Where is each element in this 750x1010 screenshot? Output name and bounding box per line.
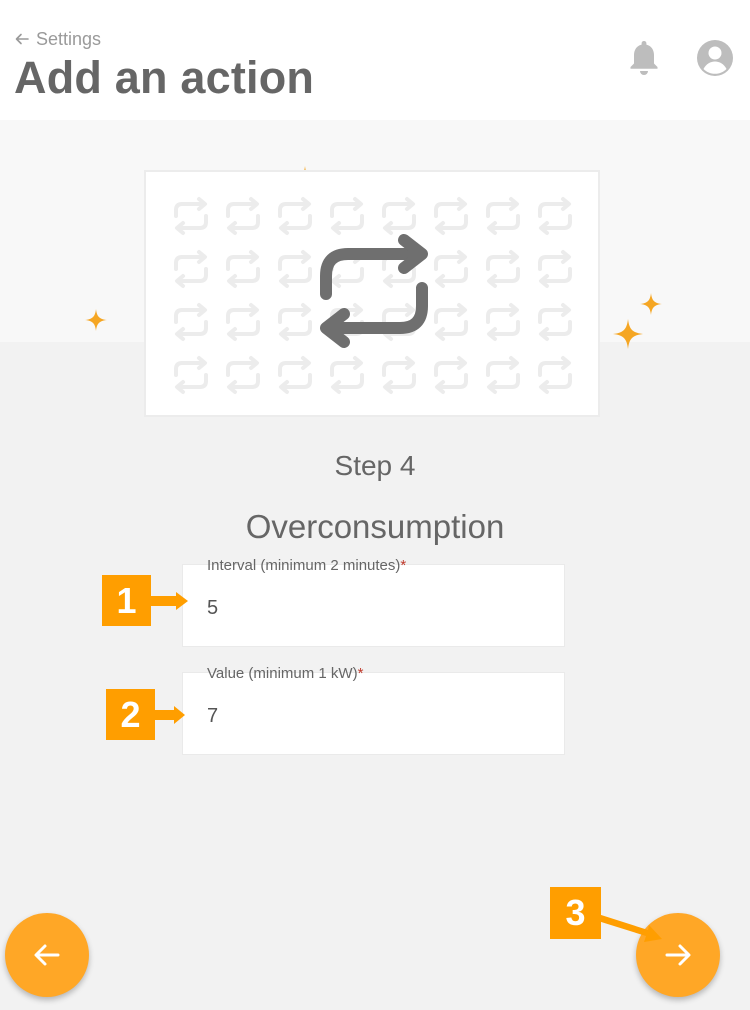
action-illustration [144,170,600,417]
repeat-pattern-icon [538,356,572,394]
annotation-pointer [598,914,662,942]
page-title: Add an action [14,52,315,103]
repeat-pattern-icon [486,250,520,288]
annotation-marker-1: 1 [102,575,151,626]
repeat-pattern-icon [226,197,260,235]
repeat-pattern-icon [226,303,260,341]
step-title: Overconsumption [245,508,505,545]
repeat-pattern-icon [434,356,468,394]
value-field-label: Value (minimum 1 kW)* [207,665,364,682]
required-mark: * [400,557,407,574]
repeat-pattern-icon [330,197,364,235]
annotation-pointer [154,706,185,724]
repeat-pattern-icon [174,356,208,394]
repeat-pattern-icon [434,303,468,341]
repeat-pattern-icon [278,250,312,288]
repeat-pattern-icon [226,356,260,394]
step-label: Step 4 [334,450,416,481]
repeat-pattern-icon [278,197,312,235]
repeat-pattern-icon [330,356,364,394]
arrow-right-icon [665,944,691,966]
arrow-left-icon [15,33,29,45]
repeat-pattern-icon [174,197,208,235]
annotation-marker-3: 3 [550,887,601,939]
repeat-pattern-icon [486,197,520,235]
back-to-settings-link[interactable]: Settings [14,27,101,51]
interval-input[interactable] [207,597,537,620]
repeat-pattern-icon [434,250,468,288]
bell-icon [630,41,658,75]
repeat-icon [320,234,428,348]
repeat-pattern-icon [538,250,572,288]
notifications-button[interactable] [626,38,662,78]
annotation-pointer [150,592,188,610]
annotation-marker-2: 2 [106,689,155,740]
previous-step-button[interactable] [5,913,89,997]
repeat-pattern-icon [382,197,416,235]
repeat-pattern-icon [434,197,468,235]
value-input[interactable] [207,705,537,728]
back-link-label: Settings [36,28,102,49]
repeat-pattern-icon [382,356,416,394]
app-header: Settings Add an action [0,0,750,120]
user-profile-button[interactable] [695,38,735,78]
repeat-pattern-icon [538,303,572,341]
repeat-pattern-icon [538,197,572,235]
value-field[interactable]: Value (minimum 1 kW)* [182,665,565,755]
repeat-pattern-icon [174,303,208,341]
sparkle-icon [613,319,643,349]
sparkle-icon [85,309,107,331]
repeat-pattern-icon [278,356,312,394]
interval-field-label: Interval (minimum 2 minutes)* [207,557,407,574]
repeat-pattern-icon [226,250,260,288]
interval-field[interactable]: Interval (minimum 2 minutes)* [182,557,565,647]
repeat-pattern-icon [278,303,312,341]
sparkle-icon [640,293,662,315]
required-mark: * [357,665,364,682]
user-avatar-icon [697,40,733,76]
arrow-left-icon [34,944,60,966]
repeat-pattern-icon [486,356,520,394]
repeat-pattern-icon [486,303,520,341]
repeat-pattern-icon [174,250,208,288]
